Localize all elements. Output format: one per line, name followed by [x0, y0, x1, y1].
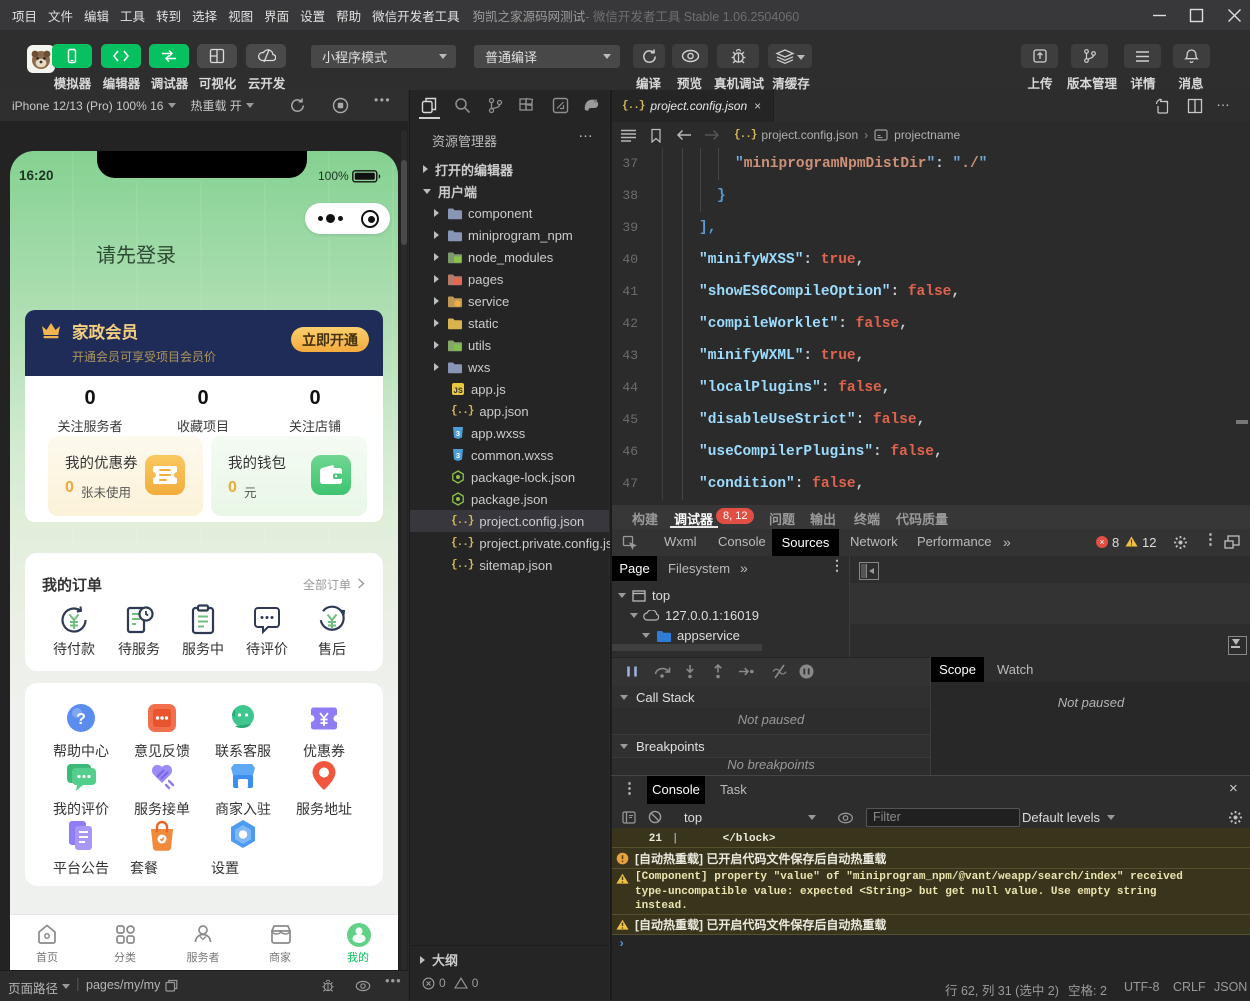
svg-text:3: 3 [456, 429, 460, 438]
svg-text:3: 3 [456, 451, 460, 460]
svg-text:!: ! [1130, 539, 1133, 548]
svg-text:?: ? [76, 711, 86, 728]
svg-text:JS: JS [453, 387, 463, 396]
